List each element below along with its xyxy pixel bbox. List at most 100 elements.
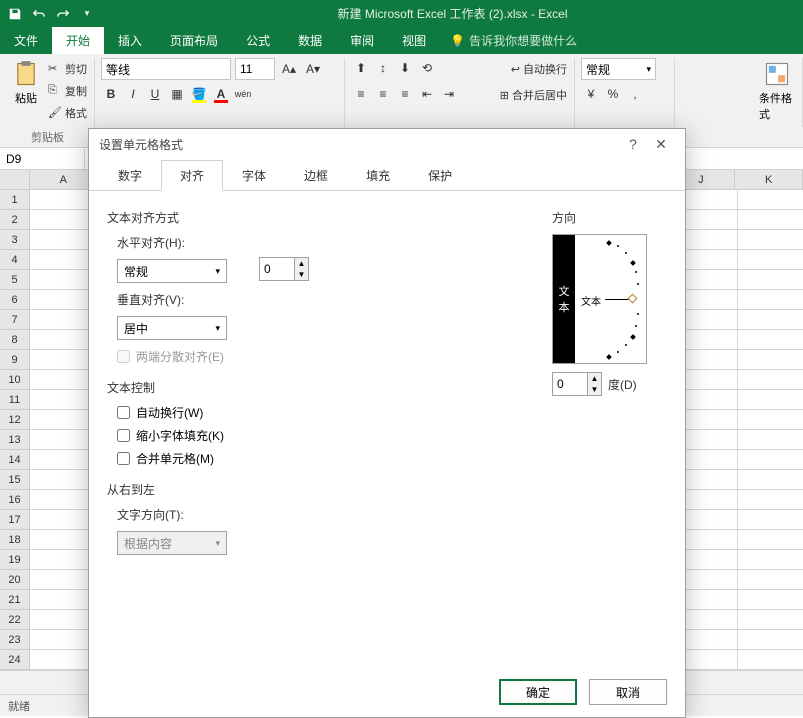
indent-value[interactable] [260, 262, 294, 276]
ok-button[interactable]: 确定 [499, 679, 577, 705]
paste-button[interactable]: 粘贴 [6, 58, 46, 124]
tab-insert[interactable]: 插入 [104, 27, 156, 54]
row-header[interactable]: 12 [0, 410, 30, 430]
qat-dropdown-icon[interactable]: ▾ [78, 5, 96, 23]
dlg-tab-alignment[interactable]: 对齐 [161, 160, 223, 191]
undo-icon[interactable] [30, 5, 48, 23]
tell-me-search[interactable]: 💡 告诉我你想要做什么 [450, 27, 577, 54]
comma-icon[interactable]: , [625, 84, 645, 104]
select-all-corner[interactable] [0, 170, 30, 190]
text-direction-select[interactable]: 根据内容▾ [117, 531, 227, 555]
row-header[interactable]: 5 [0, 270, 30, 290]
tab-view[interactable]: 视图 [388, 27, 440, 54]
row-header[interactable]: 11 [0, 390, 30, 410]
merge-input[interactable] [117, 452, 130, 465]
currency-icon[interactable]: ¥ [581, 84, 601, 104]
dialog-help-button[interactable]: ? [619, 136, 647, 152]
underline-icon[interactable]: U [145, 84, 165, 104]
row-header[interactable]: 23 [0, 630, 30, 650]
shrink-input[interactable] [117, 429, 130, 442]
font-color-icon[interactable]: A [211, 84, 231, 104]
row-header[interactable]: 9 [0, 350, 30, 370]
horizontal-align-select[interactable]: 常规▾ [117, 259, 227, 283]
wrap-text-checkbox[interactable]: 自动换行(W) [117, 404, 532, 421]
col-header-K[interactable]: K [735, 170, 803, 190]
tab-formulas[interactable]: 公式 [232, 27, 284, 54]
merge-cells-checkbox[interactable]: 合并单元格(M) [117, 450, 532, 467]
row-header[interactable]: 6 [0, 290, 30, 310]
tab-file[interactable]: 文件 [0, 27, 52, 54]
row-header[interactable]: 15 [0, 470, 30, 490]
row-header[interactable]: 4 [0, 250, 30, 270]
dlg-tab-protection[interactable]: 保护 [409, 160, 471, 191]
cancel-button[interactable]: 取消 [589, 679, 667, 705]
percent-icon[interactable]: % [603, 84, 623, 104]
name-box[interactable]: D9 [0, 149, 85, 169]
dlg-tab-border[interactable]: 边框 [285, 160, 347, 191]
align-right-icon[interactable]: ≡ [395, 84, 415, 104]
align-top-icon[interactable]: ⬆ [351, 58, 371, 78]
wrap-text-button[interactable]: ↩自动换行 [509, 58, 569, 80]
save-icon[interactable] [6, 5, 24, 23]
row-header[interactable]: 7 [0, 310, 30, 330]
row-header[interactable]: 3 [0, 230, 30, 250]
fill-color-icon[interactable]: 🪣 [189, 84, 209, 104]
tab-data[interactable]: 数据 [284, 27, 336, 54]
row-header[interactable]: 18 [0, 530, 30, 550]
conditional-format-button[interactable]: 条件格式 [757, 58, 797, 124]
row-header[interactable]: 17 [0, 510, 30, 530]
align-bottom-icon[interactable]: ⬇ [395, 58, 415, 78]
row-header[interactable]: 10 [0, 370, 30, 390]
row-header[interactable]: 1 [0, 190, 30, 210]
row-header[interactable]: 24 [0, 650, 30, 670]
border-icon[interactable]: ▦ [167, 84, 187, 104]
italic-icon[interactable]: I [123, 84, 143, 104]
orientation-control[interactable]: 文本 文本 [552, 234, 647, 364]
number-format-select[interactable]: 常规▾ [581, 58, 656, 80]
row-header[interactable]: 19 [0, 550, 30, 570]
align-center-icon[interactable]: ≡ [373, 84, 393, 104]
row-header[interactable]: 16 [0, 490, 30, 510]
indent-spinner[interactable]: ▲▼ [259, 257, 309, 281]
dlg-tab-fill[interactable]: 填充 [347, 160, 409, 191]
merge-center-button[interactable]: ⊞合并后居中 [498, 84, 569, 106]
tab-review[interactable]: 审阅 [336, 27, 388, 54]
phonetic-icon[interactable]: wén [233, 84, 253, 104]
orientation-icon[interactable]: ⟲ [417, 58, 437, 78]
row-header[interactable]: 21 [0, 590, 30, 610]
indent-down-icon[interactable]: ▼ [295, 269, 308, 280]
row-header[interactable]: 20 [0, 570, 30, 590]
tab-page-layout[interactable]: 页面布局 [156, 27, 232, 54]
dlg-tab-number[interactable]: 数字 [99, 160, 161, 191]
indent-up-icon[interactable]: ▲ [295, 258, 308, 269]
degree-spinner[interactable]: ▲▼ [552, 372, 602, 396]
font-size-select[interactable] [235, 58, 275, 80]
row-header[interactable]: 14 [0, 450, 30, 470]
vertical-align-select[interactable]: 居中▾ [117, 316, 227, 340]
dlg-tab-font[interactable]: 字体 [223, 160, 285, 191]
increase-indent-icon[interactable]: ⇥ [439, 84, 459, 104]
orientation-handle[interactable] [628, 294, 638, 304]
decrease-font-icon[interactable]: A▾ [303, 59, 323, 79]
degree-up-icon[interactable]: ▲ [588, 373, 601, 384]
font-name-select[interactable] [101, 58, 231, 80]
shrink-to-fit-checkbox[interactable]: 缩小字体填充(K) [117, 427, 532, 444]
tab-home[interactable]: 开始 [52, 27, 104, 54]
align-left-icon[interactable]: ≡ [351, 84, 371, 104]
degree-value[interactable] [553, 377, 587, 391]
cut-button[interactable]: ✂剪切 [46, 58, 89, 80]
wrap-text-input[interactable] [117, 406, 130, 419]
format-painter-button[interactable]: 🖌格式 [46, 102, 89, 124]
align-middle-icon[interactable]: ↕ [373, 58, 393, 78]
increase-font-icon[interactable]: A▴ [279, 59, 299, 79]
decrease-indent-icon[interactable]: ⇤ [417, 84, 437, 104]
dialog-close-button[interactable]: ✕ [647, 136, 675, 153]
bold-icon[interactable]: B [101, 84, 121, 104]
orientation-dial[interactable]: 文本 [575, 235, 646, 363]
redo-icon[interactable] [54, 5, 72, 23]
row-header[interactable]: 2 [0, 210, 30, 230]
orientation-vertical-text[interactable]: 文本 [553, 235, 575, 363]
row-header[interactable]: 8 [0, 330, 30, 350]
row-header[interactable]: 13 [0, 430, 30, 450]
copy-button[interactable]: ⎘复制 [46, 80, 89, 102]
